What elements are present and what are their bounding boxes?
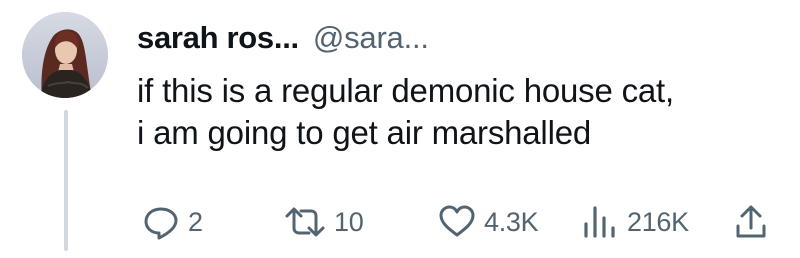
avatar-photo — [22, 12, 108, 98]
tweet-text-line: if this is a regular demonic house cat, — [137, 72, 674, 109]
views-count: 216K — [627, 206, 689, 237]
share-icon — [736, 205, 766, 238]
tweet-header: sarah ros... @sara... — [137, 16, 429, 60]
heart-icon — [439, 205, 475, 237]
action-bar: 2 10 4.3K 216K — [0, 205, 800, 258]
tweet-text-line: i am going to get air marshalled — [137, 114, 592, 151]
avatar[interactable] — [22, 12, 108, 98]
share-button[interactable] — [733, 204, 769, 240]
reply-button[interactable]: 2 — [141, 204, 203, 240]
retweet-count: 10 — [334, 206, 364, 237]
views-button[interactable]: 216K — [580, 204, 689, 240]
like-button[interactable]: 4.3K — [437, 204, 539, 240]
tweet-card: sarah ros... @sara... if this is a regul… — [0, 0, 800, 251]
retweet-button[interactable]: 10 — [283, 204, 364, 240]
tweet-text: if this is a regular demonic house cat, … — [137, 70, 787, 154]
display-name[interactable]: sarah ros... — [137, 20, 299, 56]
handle[interactable]: @sara... — [313, 20, 429, 56]
like-count: 4.3K — [484, 206, 539, 237]
retweet-icon — [285, 207, 325, 237]
views-icon — [584, 206, 615, 238]
reply-count: 2 — [188, 206, 203, 237]
reply-icon — [144, 207, 178, 240]
